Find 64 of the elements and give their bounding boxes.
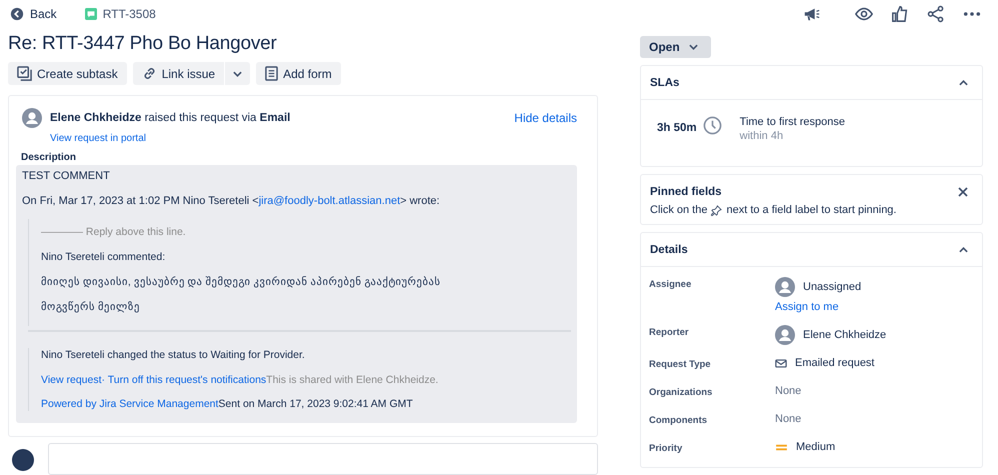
- issue-title: Re: RTT-3447 Pho Bo Hangover: [8, 33, 278, 56]
- portal-link[interactable]: View request in portal: [50, 133, 146, 144]
- field-label: Reporter: [649, 326, 689, 340]
- panel-title: SLAs: [650, 76, 680, 88]
- field-label: Assignee: [649, 278, 692, 292]
- caret-icon: [233, 70, 242, 77]
- link-icon: [142, 66, 157, 82]
- avatar-icon: [775, 277, 795, 297]
- field-label: Organizations: [649, 386, 712, 400]
- field-value: None: [775, 413, 802, 425]
- description-text: მიიღეს დივაისი, ვესაუბრე და შემდეგი კვირიდან აპირებენ გააქტიურებას: [41, 275, 442, 290]
- sla-target: within 4h: [740, 130, 784, 142]
- pin-icon: [711, 204, 722, 216]
- sla-time: 3h 50m: [657, 121, 697, 136]
- field-value: Elene Chkheidze: [803, 329, 886, 341]
- email-link[interactable]: · Turn off this request's notifications: [102, 373, 266, 388]
- hide-details-link[interactable]: Hide details: [514, 108, 577, 128]
- clock-icon: [702, 116, 722, 135]
- caret-icon: [688, 44, 698, 50]
- field-label: Components: [649, 414, 708, 428]
- email-link[interactable]: Powered by Jira Service Management: [41, 397, 218, 412]
- field-value: Unassigned: [803, 281, 862, 293]
- priority-icon: [775, 442, 788, 452]
- field-label: Request Type: [649, 358, 711, 372]
- field-value: None: [775, 385, 802, 397]
- back-link[interactable]: Back: [10, 7, 57, 22]
- issue-key-link[interactable]: RTT-3508: [84, 7, 156, 22]
- form-icon: [265, 66, 278, 82]
- collapse-button[interactable]: [957, 244, 970, 254]
- description-text: Nino Tsereteli changed the status to Waiting for Provider.: [41, 348, 306, 362]
- collapse-button[interactable]: [957, 78, 970, 88]
- avatar-icon: [22, 108, 42, 128]
- request-summary: Elene Chkheidze raised this request via Email: [50, 111, 292, 126]
- link-issue-button[interactable]: Link issue: [132, 62, 224, 86]
- field-value: Emailed request: [795, 357, 874, 369]
- envelope-icon: [775, 358, 787, 368]
- status-dropdown[interactable]: Open: [640, 36, 711, 58]
- comment-field[interactable]: [48, 443, 598, 475]
- assign-to-me-link[interactable]: Assign to me: [775, 301, 839, 313]
- pinned-hint: Click on the: [650, 204, 708, 216]
- sla-goal: Time to first response: [740, 116, 845, 128]
- description-text: Nino Tsereteli commented:: [41, 250, 166, 264]
- pinned-hint: next to a field label to start pinning.: [726, 204, 896, 216]
- avatar-circle: [12, 449, 34, 471]
- panel-title: Pinned fields: [650, 186, 722, 198]
- description-text: This is shared with Elene Chkheidze.: [266, 373, 438, 388]
- description-text: On Fri, Mar 17, 2023 at 1:02 PM Nino Tsereteli <jira@foodly-bolt.atlassian.net> wrote:: [22, 194, 441, 208]
- issue-type-icon: [84, 8, 97, 20]
- field-value: Medium: [796, 441, 836, 453]
- description-text: TEST COMMENT: [22, 169, 111, 184]
- email-link[interactable]: jira@foodly-bolt.atlassian.net: [258, 195, 400, 208]
- description-text: ———— Reply above this line.: [41, 225, 187, 240]
- checkbox-icon: [17, 66, 32, 82]
- create-subtask-button[interactable]: Create subtask: [8, 62, 127, 86]
- description-text: მოგვწერს მეილზე: [41, 300, 141, 314]
- email-link[interactable]: View request: [41, 373, 102, 388]
- field-label: Priority: [649, 442, 682, 456]
- panel-title: Details: [650, 244, 688, 256]
- description-label: Description: [21, 152, 76, 164]
- description-text: Sent on March 17, 2023 9:02:41 AM GMT: [218, 397, 413, 412]
- dropdown-button[interactable]: [225, 62, 250, 86]
- add-form-button[interactable]: Add form: [256, 62, 341, 86]
- close-button[interactable]: [956, 184, 970, 198]
- avatar-icon: [775, 325, 795, 345]
